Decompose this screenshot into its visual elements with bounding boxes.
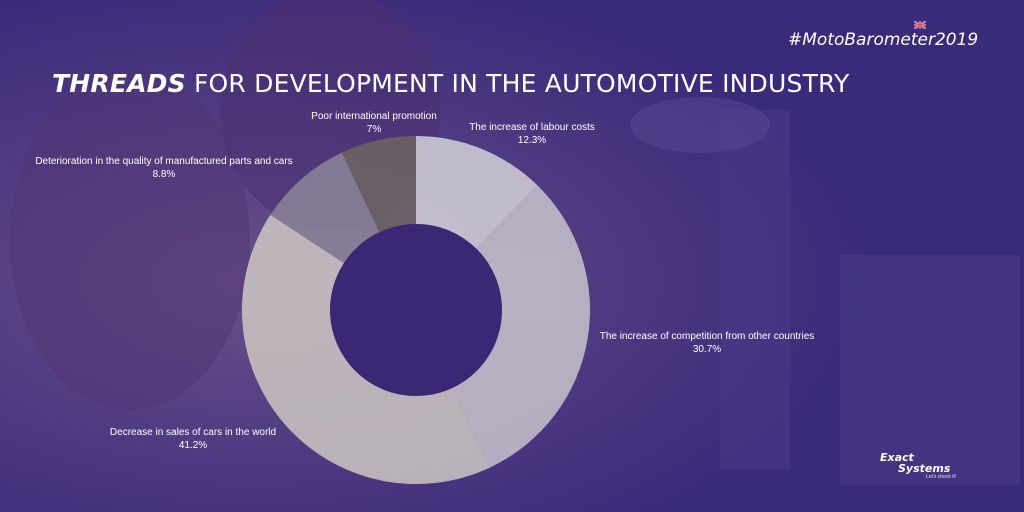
slice-label-text: Poor international promotion [311,111,437,122]
hashtag-label: #MotoBarometer2019 [788,30,979,50]
logo-line-2: Systems [898,462,951,475]
chart-title: THREADS FOR DEVELOPMENT IN THE AUTOMOTIV… [52,69,849,98]
uk-flag-icon [914,21,926,29]
chart-title-strong: THREADS [52,69,186,98]
slice-label-5: Poor international promotion 7% [311,110,437,136]
slice-label-text: Decrease in sales of cars in the world [109,427,277,438]
slice-value-label: 8.8% [152,169,176,180]
slice-value-label: 7% [366,124,382,135]
chart-title-rest: FOR DEVELOPMENT IN THE AUTOMOTIVE INDUST… [185,69,850,98]
logo-tagline: Let's check it! [926,474,957,480]
slice-label-text: Deterioration in the quality of manufact… [35,156,293,167]
slice-label-3: Decrease in sales of cars in the world 41… [110,426,276,452]
slice-label-2: The increase of competition from other c… [600,330,815,356]
company-logo: Exact Systems Let's check it! [880,452,956,481]
slice-label-1: The increase of labour costs 12.3% [469,121,595,147]
slice-value-label: 30.7% [692,344,722,355]
slice-label-text: The increase of competition from other c… [599,331,815,342]
slice-label-4: Deterioration in the quality of manufact… [35,155,292,181]
slice-value-label: 41.2% [178,440,208,451]
donut-hole [330,224,502,396]
slice-label-text: The increase of labour costs [469,122,595,133]
slice-value-label: 12.3% [517,135,547,146]
